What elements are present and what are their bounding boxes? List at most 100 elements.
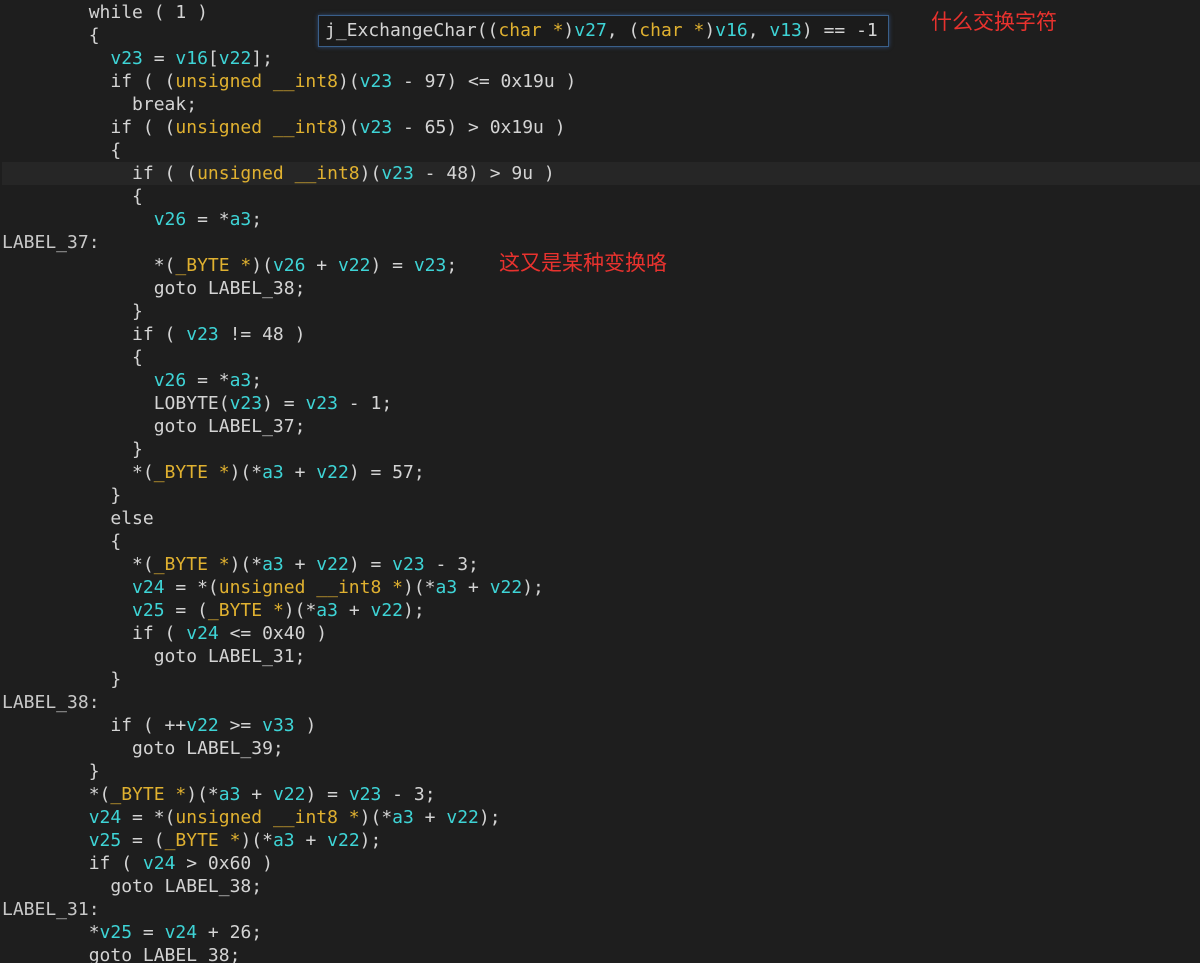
code-variable[interactable]: v24 <box>165 922 198 943</box>
code-line-current[interactable]: if ( (unsigned __int8)(v23 - 48) > 9u ) <box>2 162 1200 185</box>
code-variable[interactable]: v25 <box>89 830 122 851</box>
code-line[interactable]: v25 = (_BYTE *)(*a3 + v22); <box>2 599 1200 622</box>
code-variable[interactable]: v22 <box>338 255 371 276</box>
code-token: = <box>132 922 165 943</box>
code-line[interactable]: v26 = *a3; <box>2 369 1200 392</box>
code-line[interactable]: { <box>2 346 1200 369</box>
code-variable[interactable]: v25 <box>132 600 165 621</box>
code-variable[interactable]: v23 <box>349 784 382 805</box>
code-variable[interactable]: v13 <box>769 20 802 41</box>
code-variable[interactable]: v24 <box>132 577 165 598</box>
code-variable[interactable]: v24 <box>143 853 176 874</box>
code-line[interactable]: } <box>2 668 1200 691</box>
code-variable[interactable]: a3 <box>436 577 458 598</box>
code-variable[interactable]: v23 <box>414 255 447 276</box>
code-variable[interactable]: a3 <box>316 600 338 621</box>
code-token: + <box>305 255 338 276</box>
code-variable[interactable]: v22 <box>186 715 219 736</box>
code-line[interactable]: { <box>2 530 1200 553</box>
code-line[interactable]: v26 = *a3; <box>2 208 1200 231</box>
code-line[interactable]: v24 = *(unsigned __int8 *)(*a3 + v22); <box>2 806 1200 829</box>
code-variable[interactable]: v26 <box>154 209 187 230</box>
code-type: _BYTE * <box>110 784 187 805</box>
code-type: unsigned __int8 <box>175 117 338 138</box>
code-line[interactable]: goto LABEL_31; <box>2 645 1200 668</box>
code-line[interactable]: goto LABEL_38; <box>2 277 1200 300</box>
code-variable[interactable]: a3 <box>273 830 295 851</box>
code-line[interactable]: if ( (unsigned __int8)(v23 - 65) > 0x19u… <box>2 116 1200 139</box>
code-line[interactable]: if ( v23 != 48 ) <box>2 323 1200 346</box>
code-token: )(* <box>283 600 317 621</box>
code-token: ) = <box>348 554 393 575</box>
code-variable[interactable]: v22 <box>219 48 252 69</box>
code-variable[interactable]: v24 <box>89 807 122 828</box>
code-variable[interactable]: v25 <box>100 922 133 943</box>
code-token: + <box>457 577 490 598</box>
code-variable[interactable]: v22 <box>273 784 306 805</box>
code-variable[interactable]: v23 <box>110 48 143 69</box>
code-variable[interactable]: v23 <box>381 163 414 184</box>
code-variable[interactable]: v24 <box>186 623 219 644</box>
code-line[interactable]: *(_BYTE *)(*a3 + v22) = v23 - 3; <box>2 553 1200 576</box>
code-token: goto LABEL_39; <box>2 738 284 759</box>
code-line[interactable]: } <box>2 300 1200 323</box>
code-variable[interactable]: v16 <box>715 20 748 41</box>
code-variable[interactable]: a3 <box>262 462 284 483</box>
code-line[interactable]: v23 = v16[v22]; <box>2 47 1200 70</box>
pseudocode-view[interactable]: while ( 1 ) { v23 = v16[v22]; if ( (unsi… <box>0 0 1200 963</box>
code-variable[interactable]: v23 <box>392 554 425 575</box>
code-line[interactable]: { <box>2 185 1200 208</box>
code-token: + <box>283 554 317 575</box>
code-variable[interactable]: v23 <box>305 393 338 414</box>
code-token: )( <box>359 163 382 184</box>
code-line[interactable]: } <box>2 438 1200 461</box>
code-line[interactable]: if ( ++v22 >= v33 ) <box>2 714 1200 737</box>
code-line[interactable]: v24 = *(unsigned __int8 *)(*a3 + v22); <box>2 576 1200 599</box>
code-variable[interactable]: v22 <box>316 462 349 483</box>
code-variable[interactable]: v22 <box>316 554 349 575</box>
code-token: { <box>2 531 122 552</box>
code-line[interactable]: { <box>2 139 1200 162</box>
code-variable[interactable]: a3 <box>262 554 284 575</box>
code-line[interactable]: *(_BYTE *)(*a3 + v22) = v23 - 3; <box>2 783 1200 806</box>
code-variable[interactable]: v33 <box>262 715 295 736</box>
code-token: { <box>2 347 143 368</box>
code-line[interactable]: goto LABEL_38; <box>2 944 1200 963</box>
code-variable[interactable]: v23 <box>230 393 263 414</box>
code-line[interactable]: goto LABEL_37; <box>2 415 1200 438</box>
code-line[interactable]: } <box>2 484 1200 507</box>
code-line[interactable]: else <box>2 507 1200 530</box>
code-line[interactable]: *v25 = v24 + 26; <box>2 921 1200 944</box>
code-variable[interactable]: v23 <box>360 117 393 138</box>
code-variable[interactable]: v23 <box>360 71 393 92</box>
code-variable[interactable]: v23 <box>186 324 219 345</box>
code-token: ) = <box>305 784 349 805</box>
code-variable[interactable]: v27 <box>574 20 607 41</box>
code-line[interactable]: LABEL_38: <box>2 691 1200 714</box>
code-token: > 0x60 ) <box>175 853 273 874</box>
code-variable[interactable]: a3 <box>219 784 241 805</box>
code-line[interactable]: LOBYTE(v23) = v23 - 1; <box>2 392 1200 415</box>
code-variable[interactable]: v16 <box>175 48 208 69</box>
code-variable[interactable]: a3 <box>230 370 252 391</box>
code-line[interactable]: } <box>2 760 1200 783</box>
code-variable[interactable]: v22 <box>327 830 360 851</box>
code-line[interactable]: v25 = (_BYTE *)(*a3 + v22); <box>2 829 1200 852</box>
code-line[interactable]: goto LABEL_38; <box>2 875 1200 898</box>
code-line[interactable]: goto LABEL_39; <box>2 737 1200 760</box>
code-listing[interactable]: while ( 1 ) { v23 = v16[v22]; if ( (unsi… <box>2 1 1200 963</box>
code-line[interactable]: if ( v24 <= 0x40 ) <box>2 622 1200 645</box>
code-variable[interactable]: v22 <box>490 577 523 598</box>
code-line[interactable]: break; <box>2 93 1200 116</box>
code-line[interactable]: if ( v24 > 0x60 ) <box>2 852 1200 875</box>
code-line[interactable]: LABEL_31: <box>2 898 1200 921</box>
code-line[interactable]: *(_BYTE *)(*a3 + v22) = 57; <box>2 461 1200 484</box>
code-variable[interactable]: v26 <box>154 370 187 391</box>
code-variable[interactable]: a3 <box>230 209 252 230</box>
code-variable[interactable]: a3 <box>392 807 414 828</box>
code-variable[interactable]: v26 <box>273 255 306 276</box>
code-variable[interactable]: v22 <box>371 600 404 621</box>
code-variable[interactable]: v22 <box>446 807 479 828</box>
code-line[interactable]: if ( (unsigned __int8)(v23 - 97) <= 0x19… <box>2 70 1200 93</box>
